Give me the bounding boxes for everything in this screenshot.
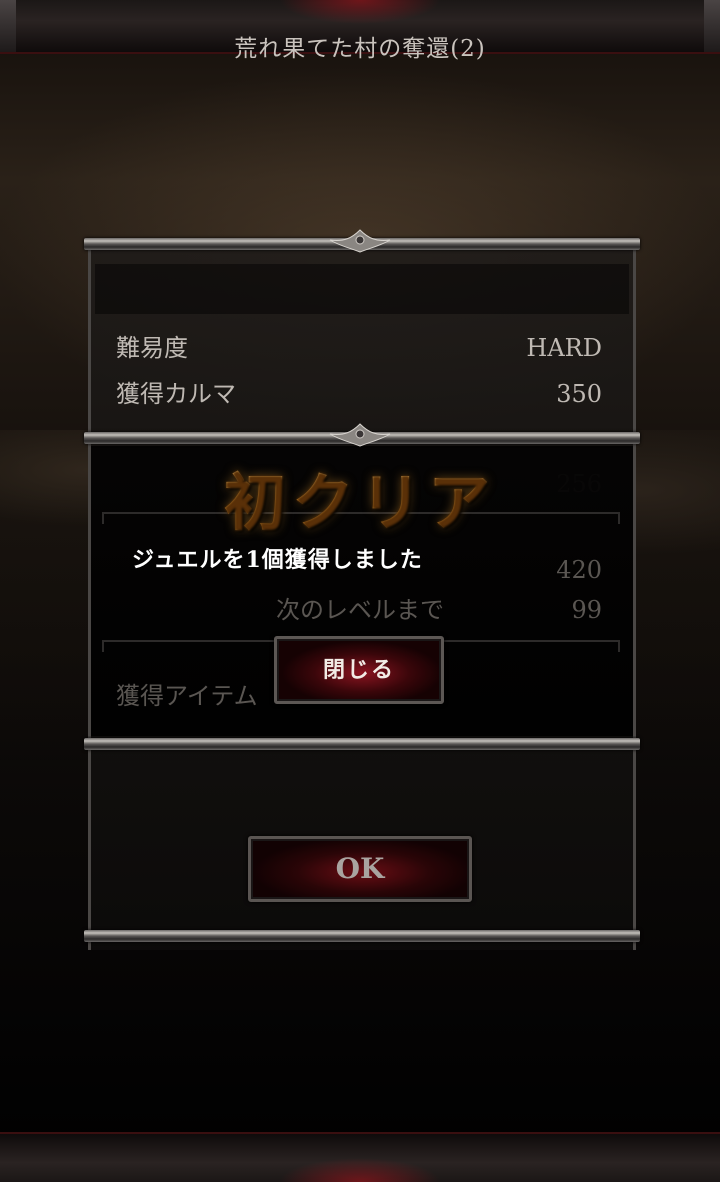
difficulty-value: HARD (526, 334, 602, 362)
hidden-row-3: 次のレベルまで 99 (276, 596, 602, 624)
result-panel-mid-rail (84, 738, 640, 750)
ok-button[interactable]: OK (248, 836, 472, 902)
karma-label: 獲得カルマ (116, 380, 236, 408)
dialog-message: ジュエルを1個獲得しました (132, 547, 423, 573)
karma-value: 350 (556, 380, 602, 408)
difficulty-label: 難易度 (116, 334, 188, 362)
karma-row: 獲得カルマ 350 (116, 376, 602, 412)
close-button[interactable]: 閉じる (274, 636, 444, 704)
difficulty-row: 難易度 HARD (116, 330, 602, 366)
result-title: 荒れ果てた村の奪還(2) (234, 36, 486, 62)
bottom-frame-bar (0, 1132, 720, 1182)
dialog-title: 初クリア (0, 452, 720, 542)
ornament-icon (329, 423, 391, 447)
ornament-icon (329, 229, 391, 253)
result-panel-bottom-rail (84, 930, 640, 942)
